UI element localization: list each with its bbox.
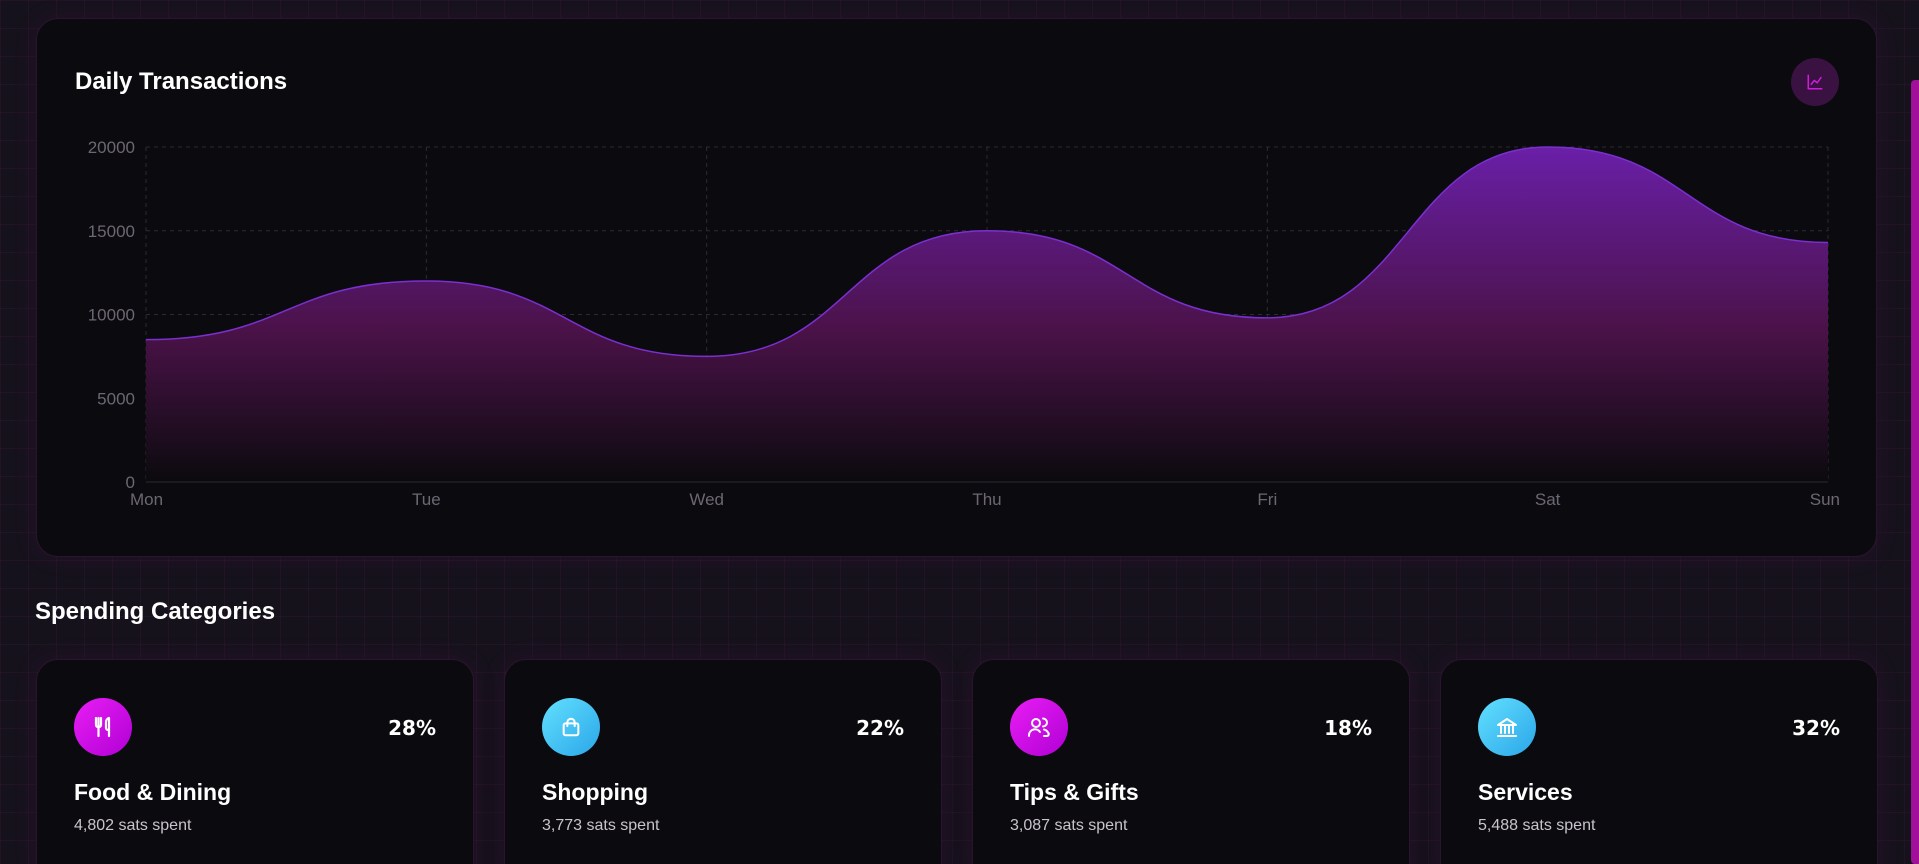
category-card-services[interactable]: 32% Services 5,488 sats spent xyxy=(1440,659,1878,864)
category-name: Tips & Gifts xyxy=(1010,779,1139,805)
category-icon-badge xyxy=(1010,698,1068,756)
y-tick-label: 20000 xyxy=(88,138,135,157)
category-spent: 3,087 sats spent xyxy=(1010,817,1128,834)
category-name: Food & Dining xyxy=(74,779,232,805)
category-icon-badge xyxy=(1478,698,1536,756)
daily-transactions-card: Daily Transactions 0 5000 10000 15000 20000 M… xyxy=(36,18,1877,557)
transactions-area-chart: 05000100001500020000Mon Tue Wed Thu Fri Sat Su… xyxy=(88,138,1840,509)
spending-categories-title: Spending Categories xyxy=(35,598,276,625)
category-name: Shopping xyxy=(542,779,649,805)
category-spent: 3,773 sats spent xyxy=(542,817,660,834)
x-tick-label: Thu xyxy=(972,490,1001,509)
users-icon xyxy=(1028,717,1050,737)
category-percent: 22% xyxy=(856,716,904,740)
category-name: Services xyxy=(1478,779,1573,805)
category-card-food-dining[interactable]: 28% Food & Dining 4,802 sats spent xyxy=(36,659,474,864)
category-spent: 4,802 sats spent xyxy=(74,817,192,834)
category-card-shopping[interactable]: 22% Shopping 3,773 sats spent xyxy=(504,659,942,864)
scrollbar-thumb[interactable] xyxy=(1911,80,1919,864)
x-tick-label: Sat xyxy=(1535,490,1561,509)
x-tick-label: Mon xyxy=(130,490,163,509)
x-tick-label: Sun xyxy=(1810,490,1840,509)
shopping-bag-icon xyxy=(562,717,580,737)
bank-icon xyxy=(1497,718,1517,737)
x-tick-label: Tue xyxy=(412,490,441,509)
y-tick-label: 15000 xyxy=(88,222,135,241)
category-spent: 5,488 sats spent xyxy=(1478,817,1596,834)
category-percent: 32% xyxy=(1792,716,1840,740)
category-card-tips-gifts[interactable]: 18% Tips & Gifts 3,087 sats spent xyxy=(972,659,1410,864)
category-percent: 28% xyxy=(388,716,436,740)
category-icon-badge xyxy=(74,698,132,756)
category-percent: 18% xyxy=(1324,716,1372,740)
y-tick-label: 10000 xyxy=(88,306,135,325)
utensils-icon xyxy=(94,716,111,738)
category-icon-badge xyxy=(542,698,600,756)
x-tick-label: Fri xyxy=(1257,490,1277,509)
x-tick-label: Wed xyxy=(689,490,724,509)
y-tick-label: 5000 xyxy=(97,389,135,408)
